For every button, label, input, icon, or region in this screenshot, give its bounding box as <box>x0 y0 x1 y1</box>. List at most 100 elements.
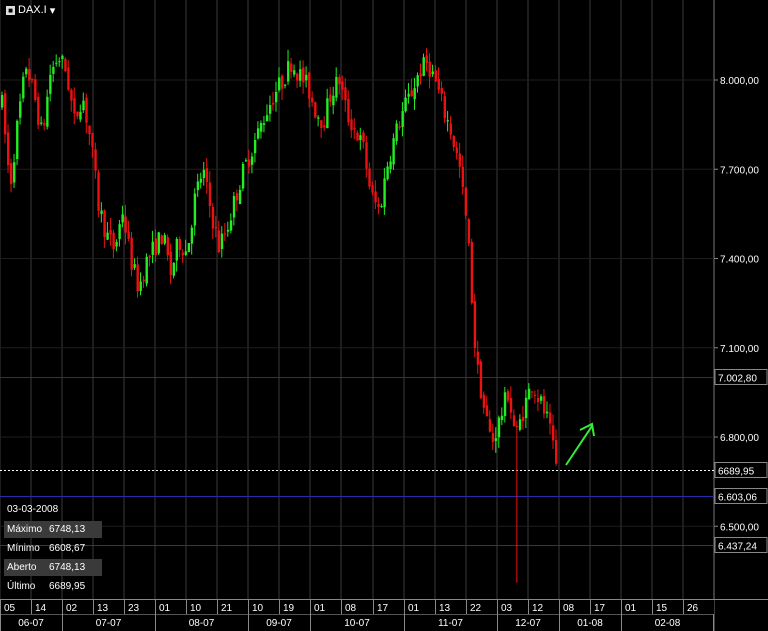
candle-body <box>401 111 404 128</box>
tick-label: 8.000,00 <box>720 76 759 87</box>
candle-body <box>407 93 410 97</box>
candle-body <box>151 241 154 255</box>
month-label: 12-07 <box>515 618 541 629</box>
candle-body <box>476 351 480 365</box>
price-chart[interactable]: 7.002,80 6689,95 6.603,06 6.437,24 8.000,00… <box>0 0 768 631</box>
grid-lines <box>0 0 715 631</box>
day-label: 14 <box>35 603 47 614</box>
candle-body <box>70 89 73 101</box>
candle-body <box>425 55 428 63</box>
candle-body <box>383 178 386 208</box>
candle-body <box>61 55 64 59</box>
arrow-shaft <box>565 425 593 466</box>
candle-body <box>521 416 525 421</box>
candle-body <box>43 123 46 126</box>
candle-body <box>136 264 139 292</box>
info-row-last: Último 6689,95 <box>4 578 102 595</box>
candle-body <box>548 412 552 424</box>
symbol-label: DAX.I <box>18 4 47 16</box>
candle-body <box>449 123 453 135</box>
candle-body <box>67 67 70 90</box>
candle-body <box>296 73 299 81</box>
candle-body <box>241 163 245 189</box>
candle-body <box>332 95 335 106</box>
price-tag: 7.002,80 <box>718 374 757 385</box>
candle-body <box>202 169 206 179</box>
candle-body <box>73 97 76 114</box>
info-value: 6748,13 <box>49 524 86 535</box>
info-label: Aberto <box>7 562 37 573</box>
candle-body <box>172 262 176 276</box>
candle-body <box>49 74 52 94</box>
symbol-selector[interactable]: ■ DAX.I ▾ <box>6 3 55 17</box>
candle-body <box>190 227 194 244</box>
candle-body <box>458 153 462 167</box>
candle-body <box>10 163 13 184</box>
info-row-low: Mínimo 6608,67 <box>4 540 102 557</box>
candle-body <box>238 189 242 205</box>
month-label: 08-07 <box>189 618 215 629</box>
candle-body <box>491 433 495 442</box>
candle-body <box>335 77 338 98</box>
candle-body <box>244 160 248 162</box>
candle-body <box>193 193 197 226</box>
candle-body <box>13 162 16 183</box>
candle-body <box>329 94 332 102</box>
candle-body <box>121 214 124 223</box>
day-label: 17 <box>594 603 606 614</box>
candle-body <box>446 120 450 122</box>
tick-label: 7.400,00 <box>720 255 759 266</box>
candle-body <box>551 425 555 441</box>
candle-body <box>37 96 40 125</box>
candle-body <box>145 256 148 284</box>
candle-body <box>428 61 431 77</box>
candle-body <box>302 67 305 83</box>
candle-body <box>509 398 513 413</box>
candle-body <box>356 132 359 141</box>
candle-body <box>419 73 422 77</box>
day-label: 08 <box>345 603 357 614</box>
candle-body <box>247 159 251 167</box>
day-label: 17 <box>377 603 389 614</box>
candle-body <box>166 237 169 256</box>
candle-body <box>497 417 501 438</box>
candle-body <box>278 77 281 91</box>
info-label: Máximo <box>7 524 43 535</box>
candle-body <box>97 172 100 211</box>
candle-body <box>94 149 97 171</box>
day-label: 08 <box>563 603 575 614</box>
candle-body <box>229 220 233 231</box>
day-label: 01 <box>314 603 326 614</box>
tick-label: 7.700,00 <box>720 165 759 176</box>
candle-body <box>386 166 389 180</box>
day-label: 26 <box>687 603 699 614</box>
candle-body <box>422 57 425 76</box>
candle-body <box>154 238 157 255</box>
candle-body <box>395 123 398 142</box>
month-label: 10-07 <box>344 618 370 629</box>
price-tag: 6.603,06 <box>718 493 757 504</box>
candle-body <box>281 75 284 89</box>
candle-body <box>16 120 19 160</box>
candle-body <box>259 123 263 132</box>
candle-body <box>518 419 522 430</box>
candle-body <box>347 98 350 123</box>
candle-body <box>199 178 203 183</box>
month-label: 06-07 <box>18 618 44 629</box>
candle-body <box>256 128 260 139</box>
candle-body <box>443 96 446 119</box>
candle-body <box>314 102 317 118</box>
candle-body <box>452 135 456 147</box>
candle-body <box>485 405 489 417</box>
candle-body <box>181 252 185 256</box>
candle-body <box>464 187 468 216</box>
day-label: 15 <box>656 603 668 614</box>
candle-body <box>359 135 362 141</box>
day-label: 01 <box>408 603 420 614</box>
candle-body <box>389 161 392 170</box>
info-value: 6608,67 <box>49 543 86 554</box>
month-label: 07-07 <box>96 618 122 629</box>
candle-body <box>64 58 67 72</box>
candle-body <box>112 232 115 250</box>
candle-body <box>22 76 25 99</box>
